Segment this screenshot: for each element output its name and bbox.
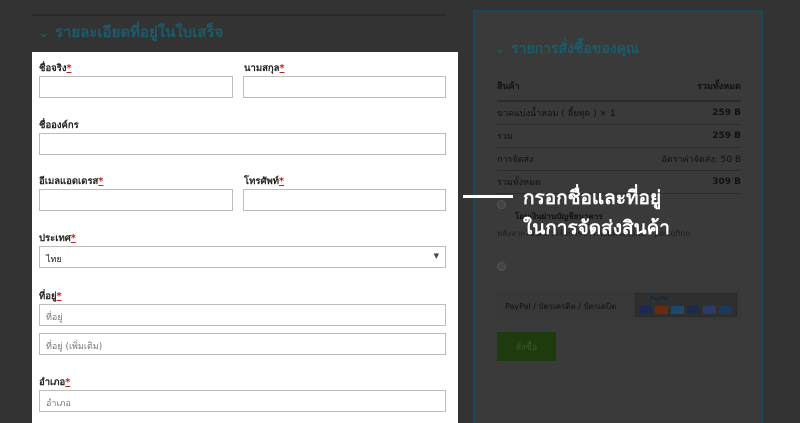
order-table: สินค้า รวมทั้งหมด ขวดแบ่งน้ำหอม ( ลี้ยทุ… (497, 72, 741, 194)
callout-line-1: กรอกชื่อและที่อยู่ (523, 187, 662, 209)
address2-input[interactable]: ที่อยู่ (เพิ่มเติม) (39, 333, 446, 355)
first-name-label: ชื่อจริง* (39, 63, 72, 74)
row-value: 259 B (712, 108, 741, 118)
country-select[interactable]: ไทย ▼ (39, 246, 446, 268)
address-label: ที่อยู่* (39, 291, 62, 302)
row-label: การจัดส่ง (497, 155, 534, 165)
last-name-input[interactable] (243, 76, 446, 98)
table-row: การจัดส่ง อัตราค่าจัดส่ง: 50 B (497, 148, 741, 171)
table-row: ขวดแบ่งน้ำหอม ( ลี้ยทุด ) × 1 259 B (497, 102, 741, 125)
row-label: รวม (497, 132, 513, 142)
row-value: 309 B (712, 177, 741, 187)
company-input[interactable] (39, 133, 446, 155)
phone-label: โทรศัพท์* (244, 176, 284, 187)
email-label: อีเมลแอดเดรส* (39, 176, 104, 187)
billing-form: ชื่อจริง* นามสกุล* ชื่อองค์กร อีเมลแอดเด… (32, 52, 458, 423)
order-table-header: สินค้า รวมทั้งหมด (497, 72, 741, 102)
place-order-button[interactable]: สั่งซื้อ (497, 332, 556, 361)
order-summary-title: ⌄ รายการสั่งซื้อของคุณ (495, 41, 639, 57)
payment-radio-bank[interactable] (497, 200, 506, 209)
visa-icon (639, 306, 652, 314)
payment-radio-paypal[interactable] (497, 262, 506, 271)
column-header-product: สินค้า (497, 82, 520, 92)
card-logos-icon: PayPal (635, 293, 737, 317)
chevron-down-icon: ⌄ (495, 42, 506, 56)
address-input[interactable]: ที่อยู่ (39, 304, 446, 326)
payment-option-paypal-label: PayPal / บัตรเครดิต / บัตรเดบิต (505, 302, 617, 311)
payment-option-paypal[interactable]: PayPal / บัตรเครดิต / บัตรเดบิต PayPal (497, 290, 741, 320)
phone-input[interactable] (243, 189, 446, 211)
country-label: ประเทศ* (39, 233, 76, 244)
table-row: รวม 259 B (497, 125, 741, 148)
callout-pointer (463, 195, 513, 198)
discover-icon (687, 306, 700, 314)
district-input[interactable]: อำเภอ (39, 390, 446, 412)
amex-icon (671, 306, 684, 314)
callout-line-2: ในการจัดส่งสินค้า (523, 217, 670, 239)
first-name-input[interactable] (39, 76, 233, 98)
callout-text: กรอกชื่อและที่อยู่ ในการจัดส่งสินค้า (523, 183, 670, 243)
billing-section-title: ⌄ รายละเอียดที่อยู่ในใบเสร็จ (38, 23, 224, 41)
diners-icon (719, 306, 732, 314)
caret-down-icon: ▼ (433, 252, 439, 260)
last-name-label: นามสกุล* (244, 63, 285, 74)
mastercard-icon (655, 306, 668, 314)
row-value: 259 B (712, 131, 741, 141)
country-selected-value: ไทย (46, 255, 62, 265)
email-field[interactable] (39, 189, 233, 211)
section-divider (32, 14, 446, 16)
column-header-total: รวมทั้งหมด (697, 82, 741, 92)
district-label: อำเภอ* (39, 377, 71, 388)
jcb-icon (703, 306, 716, 314)
company-label: ชื่อองค์กร (39, 120, 79, 131)
chevron-down-icon: ⌄ (38, 26, 49, 41)
row-label: ขวดแบ่งน้ำหอม ( ลี้ยทุด ) × 1 (497, 109, 616, 119)
row-value: อัตราค่าจัดส่ง: 50 B (661, 155, 741, 165)
paypal-logo-icon: PayPal (650, 296, 669, 302)
